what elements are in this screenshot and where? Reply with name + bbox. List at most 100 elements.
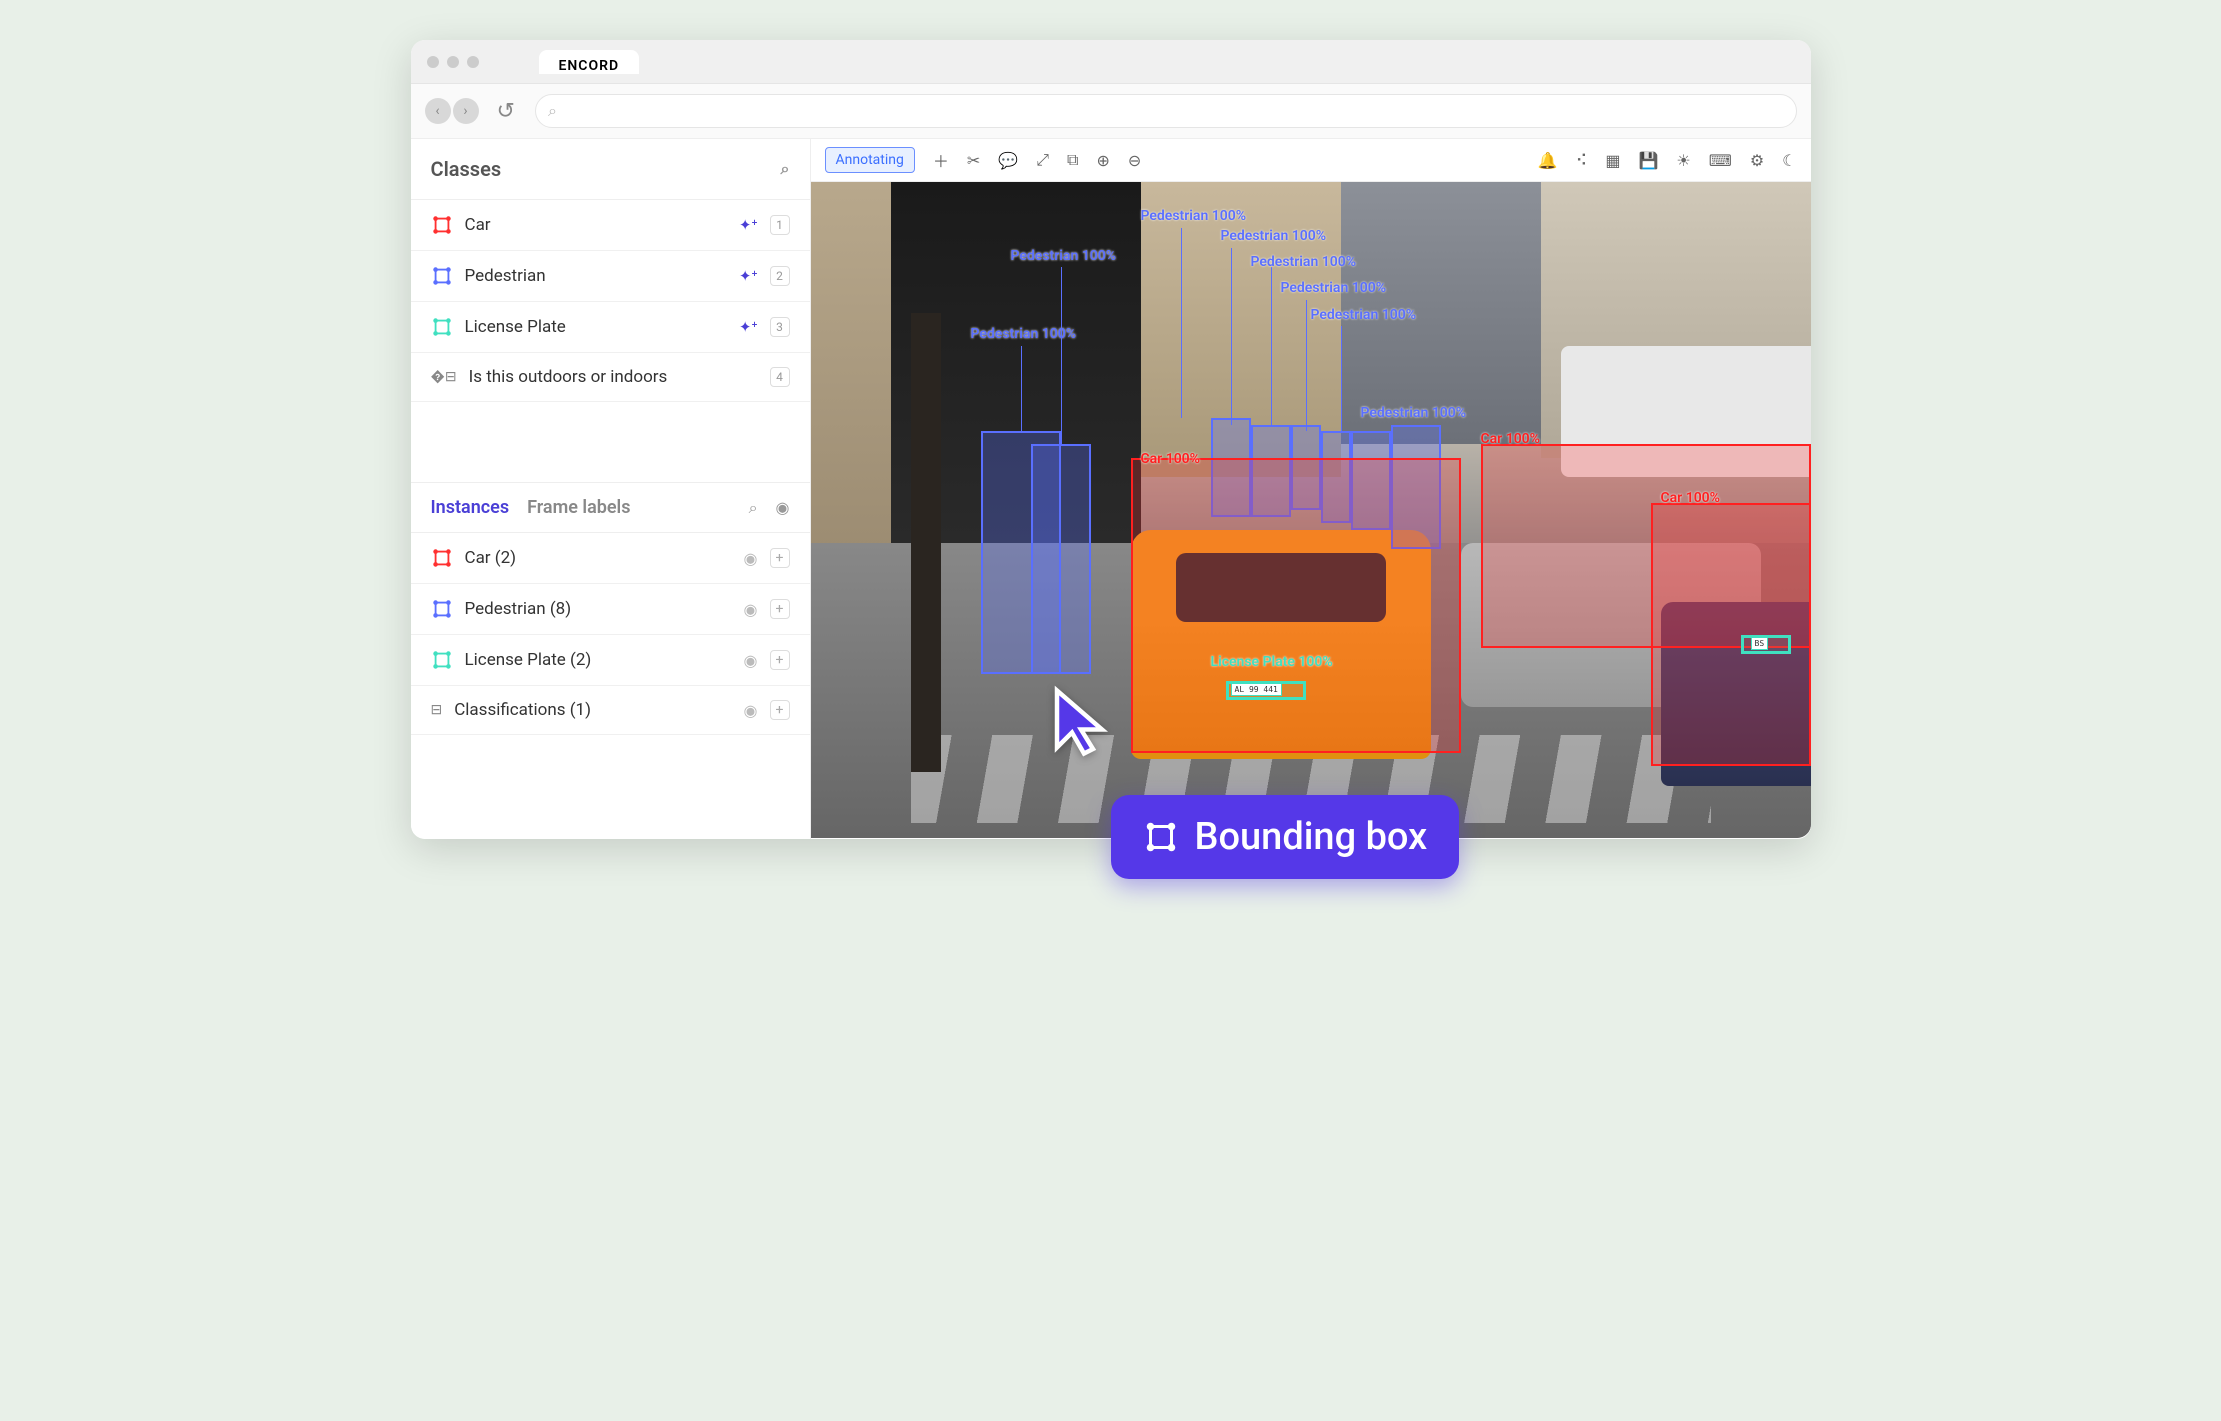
url-search-bar[interactable]: ⌕ bbox=[535, 94, 1797, 128]
annotation-pedestrian[interactable] bbox=[1031, 444, 1091, 674]
classes-header: Classes ⌕ bbox=[411, 139, 810, 200]
moon-icon[interactable]: ☾ bbox=[1782, 151, 1796, 170]
instances-tabs: Instances Frame labels ⌕ ◉ bbox=[411, 482, 810, 533]
bbox-icon bbox=[431, 649, 453, 671]
eye-icon[interactable]: ◉ bbox=[744, 600, 758, 619]
gear-icon[interactable]: ⚙ bbox=[1750, 151, 1764, 170]
close-dot[interactable] bbox=[427, 56, 439, 68]
save-icon[interactable]: 💾 bbox=[1638, 151, 1658, 170]
bbox-icon bbox=[431, 316, 453, 338]
zoom-in-icon[interactable]: ⊕ bbox=[1096, 151, 1109, 170]
classes-title: Classes bbox=[431, 157, 502, 181]
annotation-label: License Plate 100% bbox=[1211, 654, 1333, 670]
tab-frame-labels[interactable]: Frame labels bbox=[527, 497, 630, 518]
eye-icon[interactable]: ◉ bbox=[776, 498, 790, 517]
nav-back-button[interactable]: ‹ bbox=[425, 98, 451, 124]
instance-car[interactable]: Car (2) ◉ + bbox=[411, 533, 810, 584]
bbox-icon bbox=[1143, 819, 1179, 855]
bounding-box-tooltip: Bounding box bbox=[1111, 795, 1460, 879]
window-controls bbox=[427, 56, 479, 68]
add-button[interactable]: + bbox=[770, 650, 790, 670]
shortcut-badge: 1 bbox=[770, 215, 790, 235]
instance-license-plate[interactable]: License Plate (2) ◉ + bbox=[411, 635, 810, 686]
tab-instances[interactable]: Instances bbox=[431, 497, 510, 518]
app-window: ENCORD ‹ › ↺ ⌕ Classes ⌕ Car ✦⁺ 1 bbox=[411, 40, 1811, 839]
add-button[interactable]: + bbox=[770, 548, 790, 568]
brightness-icon[interactable]: ☀ bbox=[1676, 151, 1690, 170]
sidebar: Classes ⌕ Car ✦⁺ 1 Pedestrian ✦⁺ 2 bbox=[411, 139, 811, 839]
bbox-icon bbox=[431, 547, 453, 569]
maximize-dot[interactable] bbox=[467, 56, 479, 68]
bbox-icon bbox=[431, 598, 453, 620]
add-button[interactable]: + bbox=[770, 599, 790, 619]
instance-pedestrian[interactable]: Pedestrian (8) ◉ + bbox=[411, 584, 810, 635]
annotation-label: Pedestrian 100% bbox=[1141, 208, 1247, 224]
instance-classifications[interactable]: ⊟ Classifications (1) ◉ + bbox=[411, 686, 810, 735]
search-icon[interactable]: ⌕ bbox=[749, 498, 758, 518]
tree-icon: ⊟ bbox=[431, 702, 443, 718]
magic-wand-icon[interactable]: ✦⁺ bbox=[739, 318, 758, 336]
eye-icon[interactable]: ◉ bbox=[744, 701, 758, 720]
bbox-icon bbox=[431, 214, 453, 236]
search-icon[interactable]: ⌕ bbox=[781, 159, 790, 179]
expand-icon[interactable]: ⤢ bbox=[1036, 150, 1049, 170]
class-label: License Plate bbox=[465, 317, 727, 337]
instance-label: Classifications (1) bbox=[454, 700, 731, 720]
class-classification[interactable]: �⊟ Is this outdoors or indoors 4 bbox=[411, 353, 810, 402]
magic-wand-icon[interactable]: ✦⁺ bbox=[739, 267, 758, 285]
search-icon: ⌕ bbox=[548, 101, 557, 121]
shortcut-badge: 2 bbox=[770, 266, 790, 286]
plate-text: BS bbox=[1751, 637, 1769, 650]
titlebar: ENCORD bbox=[411, 40, 1811, 84]
tree-icon: �⊟ bbox=[431, 369, 457, 385]
shortcut-badge: 3 bbox=[770, 317, 790, 337]
tool-icons-left: ＋ ✂ 💬 ⤢ ⧉ ⊕ ⊖ bbox=[933, 148, 1141, 172]
class-label: Car bbox=[465, 215, 727, 235]
annotation-label: Pedestrian 100% bbox=[1011, 248, 1117, 264]
minimize-dot[interactable] bbox=[447, 56, 459, 68]
copy-icon[interactable]: ⧉ bbox=[1067, 150, 1078, 170]
bbox-icon bbox=[431, 265, 453, 287]
refresh-icon[interactable]: ↺ bbox=[497, 99, 515, 124]
cut-icon[interactable]: ✂ bbox=[967, 151, 980, 170]
shortcut-badge: 4 bbox=[770, 367, 790, 387]
browser-tab[interactable]: ENCORD bbox=[539, 50, 640, 74]
annotation-car[interactable] bbox=[1131, 458, 1461, 753]
annotation-label: Pedestrian 100% bbox=[1281, 280, 1387, 296]
class-label: Is this outdoors or indoors bbox=[469, 367, 758, 387]
annotation-label: Pedestrian 100% bbox=[1221, 228, 1327, 244]
instance-label: Car (2) bbox=[465, 548, 732, 568]
nav-forward-button[interactable]: › bbox=[453, 98, 479, 124]
canvas-toolbar: Annotating ＋ ✂ 💬 ⤢ ⧉ ⊕ ⊖ 🔔 ⠪ ▦ 💾 ☀ ⌨ bbox=[811, 139, 1811, 182]
share-icon[interactable]: ⠪ bbox=[1576, 151, 1588, 170]
eye-icon[interactable]: ◉ bbox=[744, 549, 758, 568]
main-content: Classes ⌕ Car ✦⁺ 1 Pedestrian ✦⁺ 2 bbox=[411, 139, 1811, 839]
status-pill: Annotating bbox=[825, 147, 915, 173]
bell-icon[interactable]: 🔔 bbox=[1538, 151, 1558, 170]
annotation-label: Car 100% bbox=[1141, 451, 1201, 467]
keyboard-icon[interactable]: ⌨ bbox=[1709, 151, 1732, 170]
annotation-label: Pedestrian 100% bbox=[1311, 307, 1417, 323]
class-car[interactable]: Car ✦⁺ 1 bbox=[411, 200, 810, 251]
add-button[interactable]: + bbox=[770, 700, 790, 720]
magic-wand-icon[interactable]: ✦⁺ bbox=[739, 216, 758, 234]
comment-icon[interactable]: 💬 bbox=[998, 151, 1018, 170]
plate-text: AL 99 441 bbox=[1231, 683, 1282, 696]
eye-icon[interactable]: ◉ bbox=[744, 651, 758, 670]
instance-label: License Plate (2) bbox=[465, 650, 732, 670]
canvas-area: Annotating ＋ ✂ 💬 ⤢ ⧉ ⊕ ⊖ 🔔 ⠪ ▦ 💾 ☀ ⌨ bbox=[811, 139, 1811, 839]
class-label: Pedestrian bbox=[465, 266, 727, 286]
annotation-label: Car 100% bbox=[1661, 490, 1721, 506]
annotation-label: Pedestrian 100% bbox=[1361, 405, 1467, 421]
grid-icon[interactable]: ▦ bbox=[1605, 151, 1620, 170]
annotation-canvas[interactable]: AL 99 441 BS Pedestrian 100% Pedestrian … bbox=[811, 182, 1811, 838]
tooltip-label: Bounding box bbox=[1195, 815, 1428, 859]
annotation-label: Car 100% bbox=[1481, 431, 1541, 447]
tool-icons-right: 🔔 ⠪ ▦ 💾 ☀ ⌨ ⚙ ☾ bbox=[1538, 151, 1797, 170]
class-license-plate[interactable]: License Plate ✦⁺ 3 bbox=[411, 302, 810, 353]
add-icon[interactable]: ＋ bbox=[933, 148, 949, 172]
zoom-out-icon[interactable]: ⊖ bbox=[1128, 151, 1141, 170]
instance-label: Pedestrian (8) bbox=[465, 599, 732, 619]
class-pedestrian[interactable]: Pedestrian ✦⁺ 2 bbox=[411, 251, 810, 302]
cursor-icon bbox=[1051, 682, 1111, 766]
